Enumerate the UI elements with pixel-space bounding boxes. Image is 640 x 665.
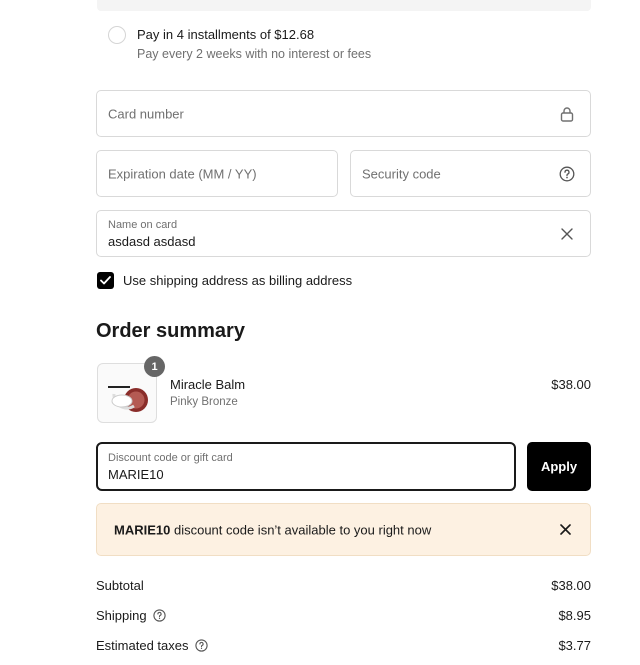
- security-code-placeholder: Security code: [362, 166, 441, 181]
- lock-icon: [558, 105, 576, 123]
- billing-label: Use shipping address as billing address: [123, 272, 353, 288]
- discount-error-alert: MARIE10 discount code isn’t available to…: [96, 503, 591, 556]
- apply-button[interactable]: Apply: [527, 442, 591, 491]
- order-summary-title: Order summary: [96, 320, 245, 342]
- card-number-placeholder: Card number: [108, 106, 184, 121]
- installments-radio[interactable]: [108, 26, 126, 44]
- alert-text: discount code isn’t available to you rig…: [170, 522, 432, 537]
- taxes-value: $3.77: [558, 638, 591, 653]
- info-circle-icon[interactable]: [152, 609, 166, 622]
- checkmark-icon: [100, 275, 111, 284]
- question-circle-icon[interactable]: [558, 165, 576, 183]
- product-line-item: 1 Miracle Balm Pinky Bronze $38.00: [96, 356, 591, 423]
- subtotal-row: Subtotal $38.00: [96, 578, 591, 596]
- expiration-date-placeholder: Expiration date (MM / YY): [108, 166, 257, 181]
- shipping-row: Shipping $8.95: [96, 608, 591, 626]
- discount-code-value[interactable]: MARIE10: [108, 467, 164, 482]
- taxes-label: Estimated taxes: [96, 638, 189, 653]
- product-price: $38.00: [551, 377, 591, 392]
- name-on-card-value[interactable]: asdasd asdasd: [108, 234, 195, 249]
- product-name: Miracle Balm: [170, 377, 246, 392]
- taxes-label-wrap: Estimated taxes: [96, 638, 208, 653]
- discount-code-field[interactable]: Discount code or gift card MARIE10: [96, 442, 516, 491]
- expiration-date-field[interactable]: Expiration date (MM / YY): [96, 150, 338, 197]
- name-on-card-label: Name on card: [108, 219, 178, 231]
- name-on-card-field[interactable]: Name on card asdasd asdasd: [96, 210, 591, 257]
- product-variant: Pinky Bronze: [170, 396, 238, 408]
- taxes-row: Estimated taxes $3.77: [96, 638, 591, 656]
- shipping-value: $8.95: [558, 608, 591, 623]
- clear-icon[interactable]: [558, 225, 576, 243]
- close-icon[interactable]: [558, 523, 572, 537]
- discount-code-label: Discount code or gift card: [108, 452, 233, 464]
- shipping-label: Shipping: [96, 608, 147, 623]
- security-code-field[interactable]: Security code: [350, 150, 591, 197]
- alert-message: MARIE10 discount code isn’t available to…: [114, 522, 431, 537]
- quantity-badge: 1: [144, 356, 165, 377]
- installments-option[interactable]: Pay in 4 installments of $12.68 Pay ever…: [108, 26, 588, 66]
- alert-code: MARIE10: [114, 522, 171, 537]
- subtotal-label: Subtotal: [96, 578, 144, 593]
- payment-method-panel-bottom: [97, 0, 591, 11]
- installments-title: Pay in 4 installments of $12.68: [137, 27, 315, 42]
- billing-checkbox[interactable]: [97, 271, 114, 289]
- product-thumbnail: 1: [97, 356, 165, 423]
- card-number-field[interactable]: Card number: [96, 90, 591, 137]
- subtotal-value: $38.00: [551, 578, 591, 593]
- info-circle-icon[interactable]: [194, 639, 208, 652]
- installments-subtitle: Pay every 2 weeks with no interest or fe…: [137, 47, 372, 61]
- shipping-label-wrap: Shipping: [96, 608, 166, 623]
- billing-address-option[interactable]: Use shipping address as billing address: [97, 271, 352, 289]
